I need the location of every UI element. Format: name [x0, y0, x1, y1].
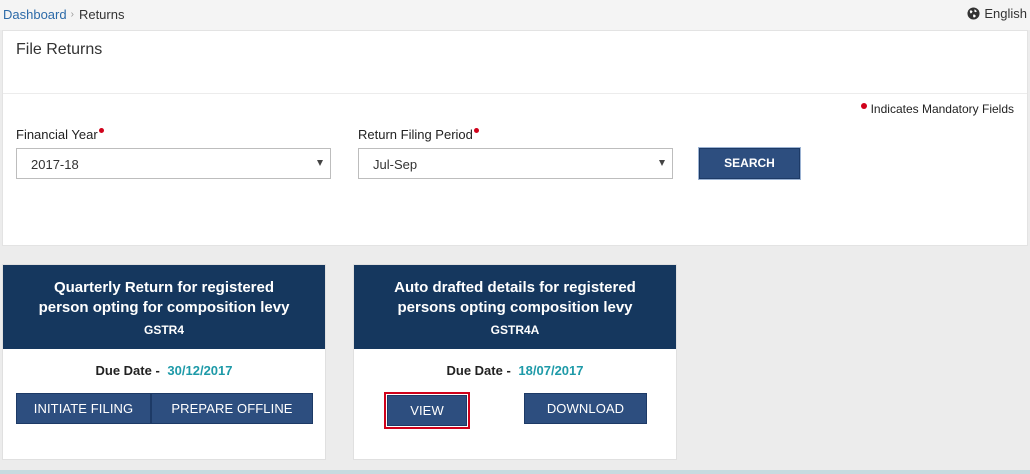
due-date-label: Due Date -	[446, 363, 511, 378]
view-button[interactable]: VIEW	[384, 392, 470, 429]
due-date-value: 18/07/2017	[518, 363, 584, 378]
return-period-value: Jul-Sep	[373, 157, 418, 172]
search-button[interactable]: SEARCH	[699, 148, 800, 179]
file-returns-panel: File Returns Indicates Mandatory Fields …	[2, 30, 1028, 246]
card-title-line: Quarterly Return for registered	[53, 279, 275, 296]
card-code: GSTR4A	[490, 323, 540, 337]
mandatory-note-text: Indicates Mandatory Fields	[870, 102, 1014, 116]
return-period-label-text: Return Filing Period	[358, 127, 473, 142]
card-header: Quarterly Return for registered person o…	[3, 265, 325, 349]
initiate-filing-button[interactable]: INITIATE FILING	[16, 393, 151, 424]
prepare-offline-button[interactable]: PREPARE OFFLINE	[151, 393, 313, 424]
top-bar: Dashboard › Returns English	[0, 0, 1030, 30]
return-card-gstr4: Quarterly Return for registered person o…	[2, 264, 326, 460]
required-dot-icon	[473, 128, 479, 133]
due-date: Due Date - 30/12/2017	[3, 363, 325, 378]
mandatory-note: Indicates Mandatory Fields	[860, 102, 1014, 116]
card-code: GSTR4	[143, 323, 184, 337]
breadcrumb: Dashboard › Returns	[3, 7, 124, 22]
financial-year-value: 2017-18	[31, 157, 79, 172]
return-card-gstr4a: Auto drafted details for registered pers…	[353, 264, 677, 460]
panel-divider	[3, 93, 1027, 94]
required-dot-icon	[98, 128, 104, 133]
financial-year-select[interactable]: 2017-18	[16, 148, 331, 179]
card-title-line: persons opting composition levy	[397, 299, 633, 316]
page-title: File Returns	[16, 41, 103, 58]
download-button[interactable]: DOWNLOAD	[524, 393, 647, 424]
breadcrumb-dashboard-link[interactable]: Dashboard	[3, 7, 67, 22]
language-selector[interactable]: English	[967, 6, 1027, 21]
return-period-label: Return Filing Period	[358, 127, 479, 142]
footer-divider	[0, 470, 1030, 474]
due-date-label: Due Date -	[95, 363, 160, 378]
card-title-line: person opting for composition levy	[38, 299, 290, 316]
breadcrumb-current: Returns	[78, 7, 125, 22]
required-dot-icon	[860, 103, 867, 109]
card-title: Quarterly Return for registered person o…	[3, 278, 325, 318]
card-title: Auto drafted details for registered pers…	[354, 278, 676, 318]
financial-year-label: Financial Year	[16, 127, 104, 142]
chevron-down-icon	[659, 160, 665, 166]
return-period-select[interactable]: Jul-Sep	[358, 148, 673, 179]
language-label: English	[984, 6, 1027, 21]
due-date: Due Date - 18/07/2017	[354, 363, 676, 378]
due-date-value: 30/12/2017	[167, 363, 233, 378]
breadcrumb-separator-icon: ›	[70, 9, 74, 20]
chevron-down-icon	[317, 160, 323, 166]
globe-icon	[967, 7, 980, 20]
financial-year-label-text: Financial Year	[16, 127, 98, 142]
card-header: Auto drafted details for registered pers…	[354, 265, 676, 349]
card-title-line: Auto drafted details for registered	[394, 279, 636, 296]
